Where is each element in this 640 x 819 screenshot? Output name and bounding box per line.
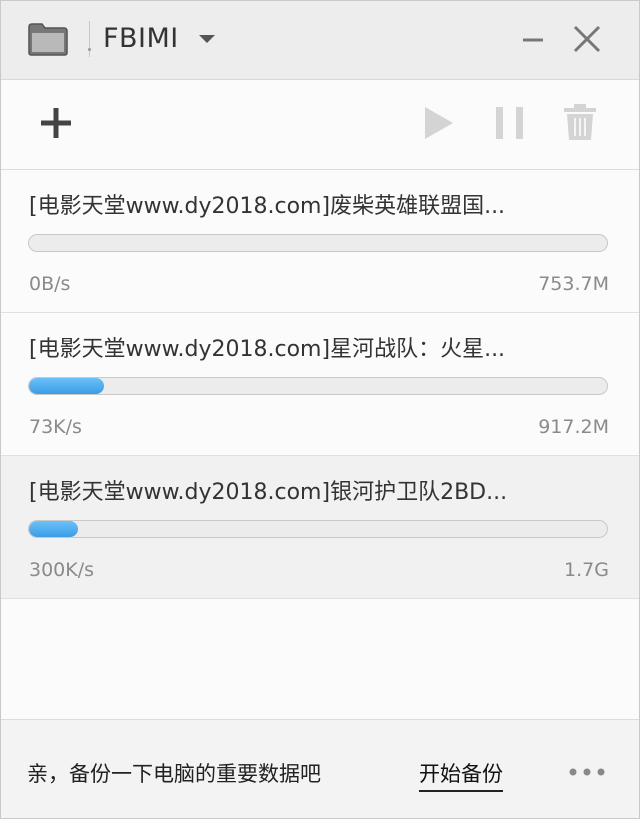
download-progress-bar [28,377,608,395]
download-manager-window: FBIMI [电影天堂www.dy2018.com]废柴英雄联盟国... 0B/… [0,0,640,819]
trash-icon[interactable] [557,100,603,146]
download-item[interactable]: [电影天堂www.dy2018.com]星河战队：火星... 73K/s 917… [1,313,639,456]
plus-icon[interactable] [33,100,79,146]
footer-bar: 亲，备份一下电脑的重要数据吧 开始备份 [1,719,639,818]
backup-prompt: 亲，备份一下电脑的重要数据吧 [27,762,321,786]
start-backup-link[interactable]: 开始备份 [419,758,503,792]
download-size: 1.7G [564,559,609,581]
play-icon[interactable] [415,100,461,146]
minimize-icon[interactable] [513,19,553,59]
download-progress-fill [29,378,105,394]
download-speed: 300K/s [29,559,95,581]
download-item[interactable]: [电影天堂www.dy2018.com]废柴英雄联盟国... 0B/s 753.… [1,170,639,313]
title-separator [89,21,90,57]
download-title: [电影天堂www.dy2018.com]星河战队：火星... [29,337,506,362]
download-item[interactable]: [电影天堂www.dy2018.com]银河护卫队2BD... 300K/s 1… [1,456,639,599]
more-icon[interactable] [565,760,609,784]
toolbar [1,80,639,170]
download-size: 917.2M [538,416,609,438]
title-bar[interactable]: FBIMI [1,1,639,80]
download-list: [电影天堂www.dy2018.com]废柴英雄联盟国... 0B/s 753.… [1,170,639,599]
download-speed: 73K/s [29,416,82,438]
title-dot [88,48,91,51]
download-size: 753.7M [538,273,609,295]
app-title[interactable]: FBIMI [103,23,179,54]
download-title: [电影天堂www.dy2018.com]银河护卫队2BD... [29,480,508,505]
pause-icon[interactable] [487,100,533,146]
download-progress-bar [28,520,608,538]
folder-icon[interactable] [27,21,69,57]
download-progress-fill [29,521,79,537]
download-title: [电影天堂www.dy2018.com]废柴英雄联盟国... [29,194,506,219]
download-progress-bar [28,234,608,252]
close-icon[interactable] [567,19,607,59]
chevron-down-icon[interactable] [199,35,215,43]
download-speed: 0B/s [29,273,71,295]
